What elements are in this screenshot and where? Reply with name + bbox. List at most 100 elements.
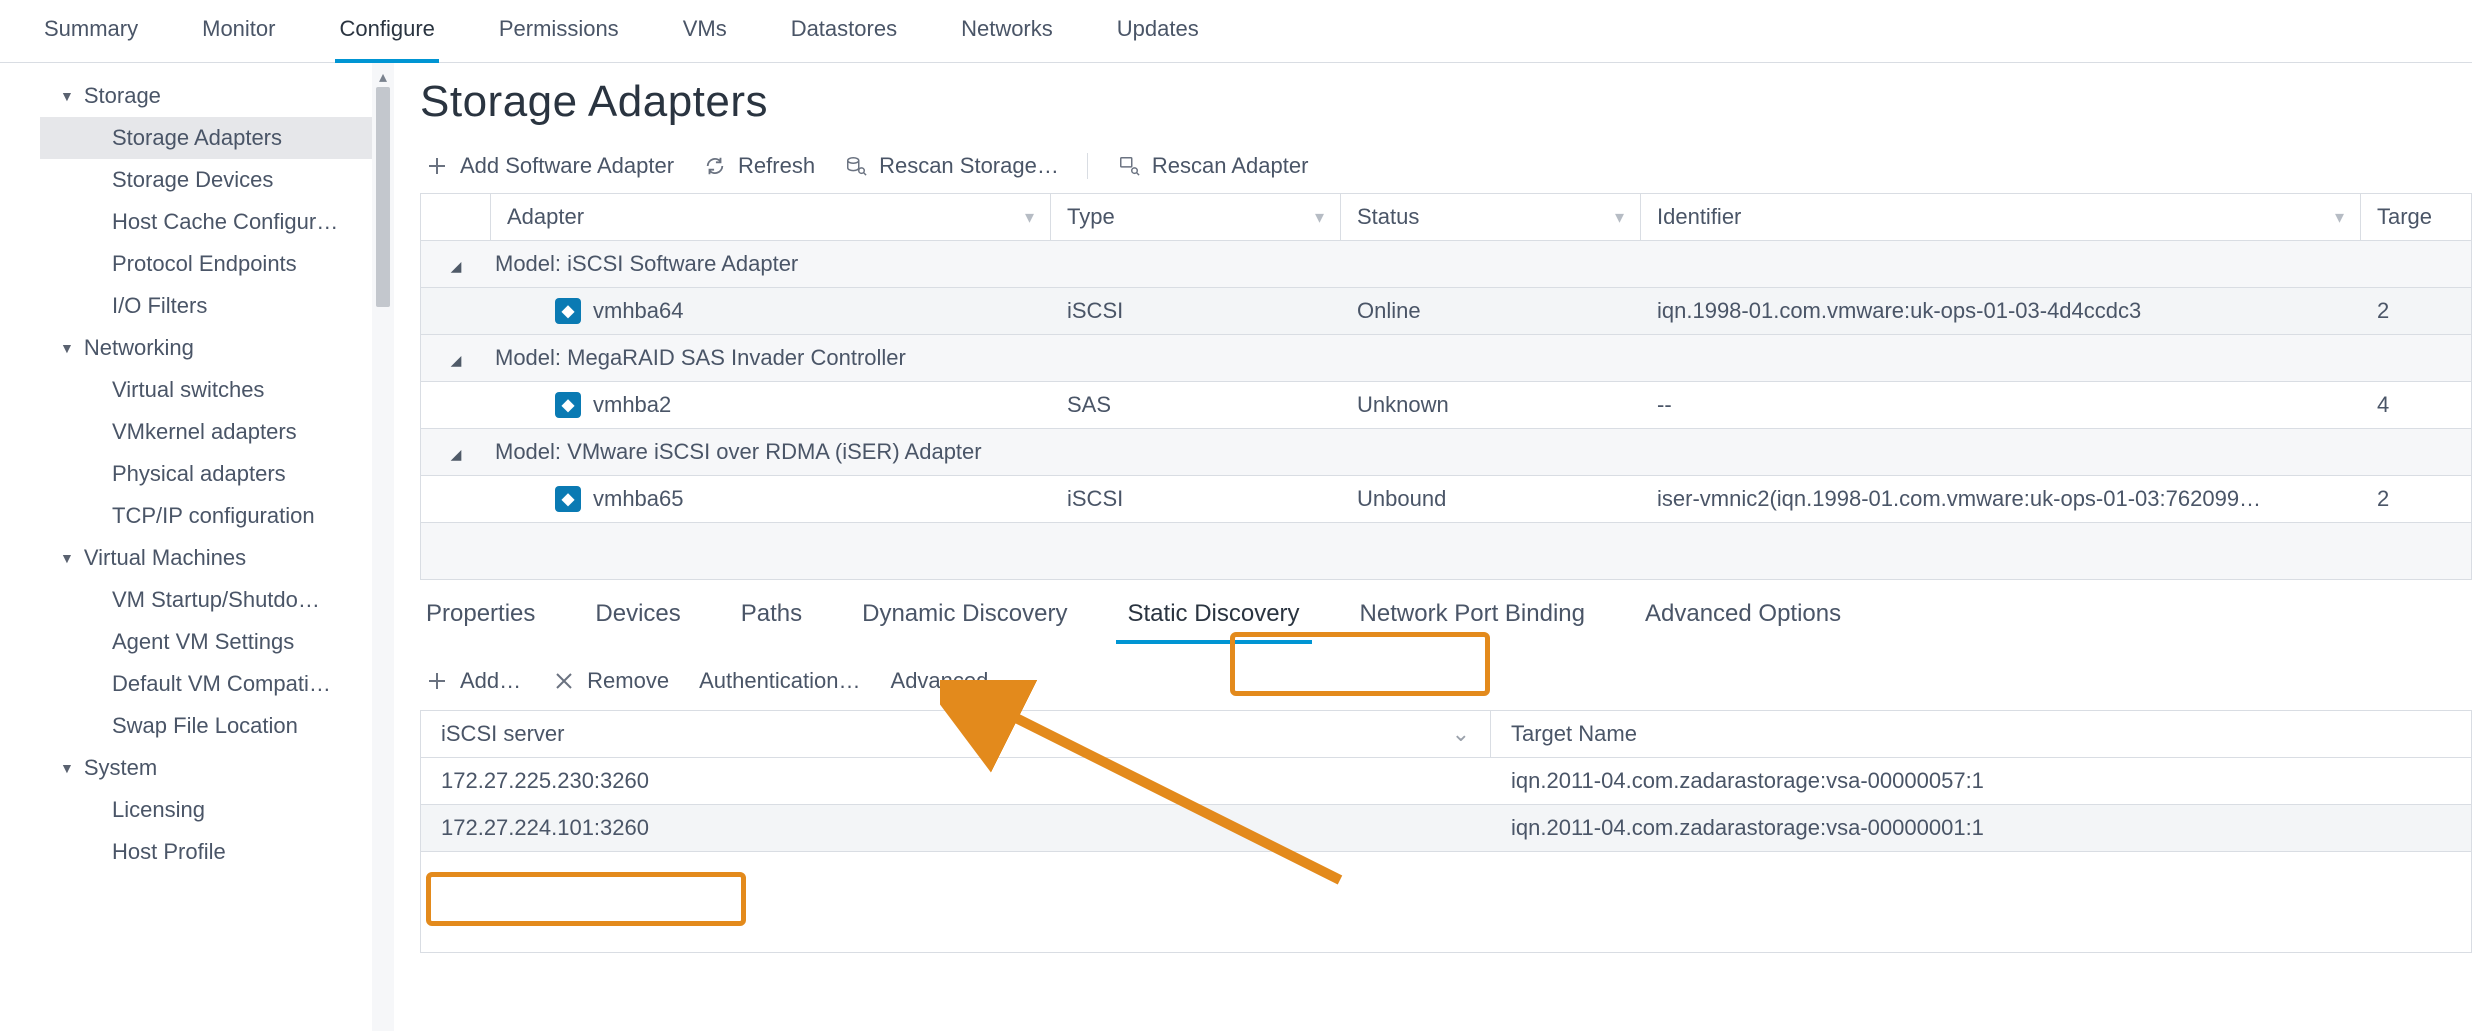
- add-software-adapter-button[interactable]: Add Software Adapter: [424, 153, 674, 179]
- sidebar-group-vms: ▼ Virtual Machines VM Startup/Shutdo… Ag…: [40, 537, 372, 747]
- sidebar-header-vms[interactable]: ▼ Virtual Machines: [40, 537, 372, 579]
- detail-tab-dynamic-discovery[interactable]: Dynamic Discovery: [856, 590, 1073, 644]
- plus-icon: [424, 153, 450, 179]
- adapter-name: vmhba2: [593, 392, 671, 418]
- caret-down-icon: ◢: [451, 258, 462, 274]
- tab-vms[interactable]: VMs: [679, 8, 731, 62]
- rescan-adapter-button[interactable]: Rescan Adapter: [1116, 153, 1309, 179]
- caret-down-icon: ▼: [60, 88, 74, 104]
- column-header-adapter[interactable]: Adapter▾: [491, 194, 1051, 240]
- sidebar-item-protocol-endpoints[interactable]: Protocol Endpoints: [40, 243, 372, 285]
- column-header-identifier[interactable]: Identifier▾: [1641, 194, 2361, 240]
- adapter-targets: 2: [2361, 476, 2471, 522]
- sidebar-item-storage-devices[interactable]: Storage Devices: [40, 159, 372, 201]
- sidebar-group-storage: ▼ Storage Storage Adapters Storage Devic…: [40, 75, 372, 327]
- iscsi-table: iSCSI server ⌄ Target Name 172.27.225.23…: [420, 710, 2472, 953]
- sidebar-item-host-profile[interactable]: Host Profile: [40, 831, 372, 873]
- toolbar-separator: [1087, 153, 1088, 179]
- iscsi-row[interactable]: 172.27.224.101:3260 iqn.2011-04.com.zada…: [421, 805, 2471, 852]
- iscsi-server: 172.27.224.101:3260: [421, 805, 1491, 851]
- adapter-group-row[interactable]: ◢ Model: iSCSI Software Adapter: [421, 241, 2471, 288]
- button-label: Add Software Adapter: [460, 153, 674, 179]
- sidebar-group-networking: ▼ Networking Virtual switches VMkernel a…: [40, 327, 372, 537]
- column-header-expand[interactable]: [421, 194, 491, 240]
- tab-updates[interactable]: Updates: [1113, 8, 1203, 62]
- adapter-row[interactable]: ◆ vmhba2 SAS Unknown -- 4: [421, 382, 2471, 429]
- sidebar-item-licensing[interactable]: Licensing: [40, 789, 372, 831]
- sidebar-item-physical-adapters[interactable]: Physical adapters: [40, 453, 372, 495]
- adapter-model-label: Model: iSCSI Software Adapter: [491, 241, 2471, 287]
- filter-icon[interactable]: ▾: [2335, 207, 2344, 228]
- sidebar-scrollbar[interactable]: ▴: [372, 63, 394, 1031]
- detail-tabs: Properties Devices Paths Dynamic Discove…: [420, 580, 2472, 644]
- sidebar-item-tcpip-config[interactable]: TCP/IP configuration: [40, 495, 372, 537]
- detail-tab-static-discovery[interactable]: Static Discovery: [1122, 590, 1306, 644]
- column-header-target-name[interactable]: Target Name: [1491, 711, 2471, 757]
- column-header-targets[interactable]: Targe: [2361, 194, 2471, 240]
- adapter-group-row[interactable]: ◢ Model: MegaRAID SAS Invader Controller: [421, 335, 2471, 382]
- column-header-status[interactable]: Status▾: [1341, 194, 1641, 240]
- sidebar-item-virtual-switches[interactable]: Virtual switches: [40, 369, 372, 411]
- detail-tab-advanced-options[interactable]: Advanced Options: [1639, 590, 1847, 644]
- refresh-button[interactable]: Refresh: [702, 153, 815, 179]
- adapter-model-label: Model: VMware iSCSI over RDMA (iSER) Ada…: [491, 429, 2471, 475]
- sidebar-header-system[interactable]: ▼ System: [40, 747, 372, 789]
- refresh-icon: [702, 153, 728, 179]
- iscsi-empty-rows: [421, 852, 2471, 952]
- adapter-icon: ◆: [555, 486, 581, 512]
- caret-down-icon: ▼: [60, 550, 74, 566]
- scrollbar-thumb[interactable]: [376, 87, 390, 307]
- sidebar-header-networking[interactable]: ▼ Networking: [40, 327, 372, 369]
- detail-tab-properties[interactable]: Properties: [420, 590, 541, 644]
- sidebar-group-label: System: [84, 755, 157, 781]
- caret-down-icon: ◢: [451, 446, 462, 462]
- sidebar-group-label: Virtual Machines: [84, 545, 246, 571]
- adapter-row[interactable]: ◆ vmhba65 iSCSI Unbound iser-vmnic2(iqn.…: [421, 476, 2471, 523]
- sidebar-item-swap-file[interactable]: Swap File Location: [40, 705, 372, 747]
- iscsi-target: iqn.2011-04.com.zadarastorage:vsa-000000…: [1491, 758, 2471, 804]
- sidebar-item-vm-startup[interactable]: VM Startup/Shutdo…: [40, 579, 372, 621]
- filter-icon[interactable]: ▾: [1615, 207, 1624, 228]
- tab-configure[interactable]: Configure: [335, 8, 438, 62]
- chevron-down-icon[interactable]: ⌄: [1452, 721, 1470, 747]
- adapter-row[interactable]: ◆ vmhba64 iSCSI Online iqn.1998-01.com.v…: [421, 288, 2471, 335]
- sidebar-header-storage[interactable]: ▼ Storage: [40, 75, 372, 117]
- tab-networks[interactable]: Networks: [957, 8, 1057, 62]
- sidebar-item-host-cache[interactable]: Host Cache Configur…: [40, 201, 372, 243]
- sidebar-item-vmkernel-adapters[interactable]: VMkernel adapters: [40, 411, 372, 453]
- adapter-group-row[interactable]: ◢ Model: VMware iSCSI over RDMA (iSER) A…: [421, 429, 2471, 476]
- tab-monitor[interactable]: Monitor: [198, 8, 279, 62]
- detail-tab-devices[interactable]: Devices: [589, 590, 686, 644]
- sidebar-item-io-filters[interactable]: I/O Filters: [40, 285, 372, 327]
- filter-icon[interactable]: ▾: [1025, 207, 1034, 228]
- tab-permissions[interactable]: Permissions: [495, 8, 623, 62]
- column-header-type[interactable]: Type▾: [1051, 194, 1341, 240]
- detail-tab-paths[interactable]: Paths: [735, 590, 808, 644]
- adapters-table-header: Adapter▾ Type▾ Status▾ Identifier▾ Targe: [421, 194, 2471, 241]
- scroll-up-icon: ▴: [372, 67, 394, 87]
- top-tabs: Summary Monitor Configure Permissions VM…: [0, 0, 2472, 63]
- advanced-button[interactable]: Advanced…: [891, 668, 1011, 694]
- iscsi-server: 172.27.225.230:3260: [421, 758, 1491, 804]
- adapter-identifier: iqn.1998-01.com.vmware:uk-ops-01-03-4d4c…: [1641, 288, 2361, 334]
- rescan-adapter-icon: [1116, 153, 1142, 179]
- column-header-iscsi-server[interactable]: iSCSI server ⌄: [421, 711, 1491, 757]
- detail-tab-port-binding[interactable]: Network Port Binding: [1354, 590, 1591, 644]
- adapter-name: vmhba64: [593, 298, 684, 324]
- filter-icon[interactable]: ▾: [1315, 207, 1324, 228]
- iscsi-target: iqn.2011-04.com.zadarastorage:vsa-000000…: [1491, 805, 2471, 851]
- sidebar-item-storage-adapters[interactable]: Storage Adapters: [40, 117, 372, 159]
- button-label: Rescan Storage…: [879, 153, 1059, 179]
- rescan-storage-button[interactable]: Rescan Storage…: [843, 153, 1059, 179]
- sidebar-item-agent-vm[interactable]: Agent VM Settings: [40, 621, 372, 663]
- x-icon: [551, 668, 577, 694]
- add-target-button[interactable]: Add…: [424, 668, 521, 694]
- adapter-type: iSCSI: [1051, 476, 1341, 522]
- tab-summary[interactable]: Summary: [40, 8, 142, 62]
- tab-datastores[interactable]: Datastores: [787, 8, 901, 62]
- authentication-button[interactable]: Authentication…: [699, 668, 860, 694]
- iscsi-row[interactable]: 172.27.225.230:3260 iqn.2011-04.com.zada…: [421, 758, 2471, 805]
- remove-target-button[interactable]: Remove: [551, 668, 669, 694]
- sidebar-item-default-compat[interactable]: Default VM Compati…: [40, 663, 372, 705]
- adapter-type: SAS: [1051, 382, 1341, 428]
